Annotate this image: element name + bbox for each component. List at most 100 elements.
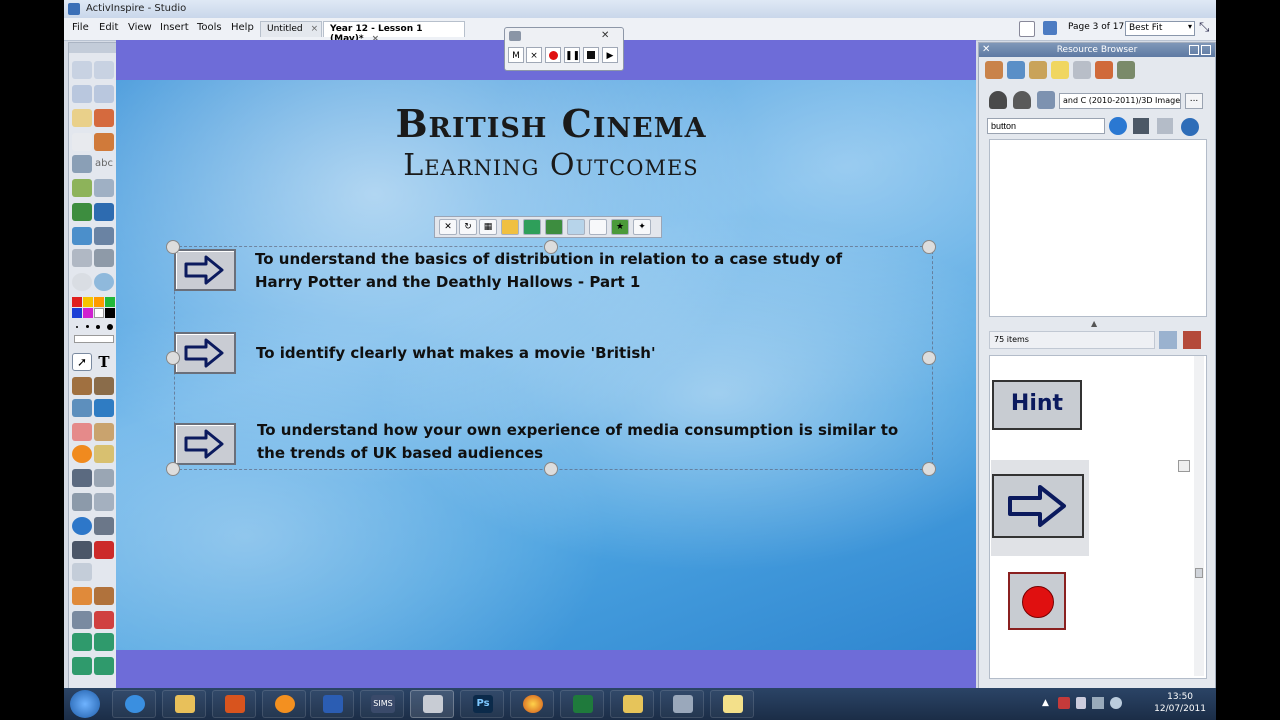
menu-view[interactable]: View bbox=[128, 22, 152, 33]
collapse-icon[interactable]: ▲ bbox=[1091, 319, 1097, 328]
taskbar-explorer[interactable] bbox=[162, 690, 206, 718]
tile-icon[interactable] bbox=[94, 227, 114, 245]
select-pointer-icon[interactable]: ➚ bbox=[72, 353, 92, 371]
page-organizer-icon[interactable] bbox=[94, 85, 114, 103]
web-browser-icon[interactable] bbox=[94, 273, 114, 291]
color-swatch-magenta[interactable] bbox=[83, 308, 93, 318]
star-icon[interactable]: ★ bbox=[611, 219, 629, 235]
taskbar-outlook[interactable] bbox=[212, 690, 256, 718]
view-options-icon[interactable] bbox=[1159, 331, 1177, 349]
usb-icon[interactable] bbox=[1076, 697, 1086, 709]
rotate-icon[interactable]: ↻ bbox=[459, 219, 477, 235]
image-icon[interactable] bbox=[72, 227, 92, 245]
group-icon[interactable] bbox=[1013, 91, 1031, 109]
highlighter-icon[interactable] bbox=[94, 203, 114, 221]
rubber-stamp-icon[interactable] bbox=[94, 133, 114, 151]
menu-file[interactable]: File bbox=[72, 22, 89, 33]
taskbar-media-player[interactable] bbox=[262, 690, 306, 718]
taskbar-tools[interactable] bbox=[660, 690, 704, 718]
resize-handle-e[interactable] bbox=[922, 351, 936, 365]
resize-handle-nw[interactable] bbox=[166, 240, 180, 254]
maximize-icon[interactable] bbox=[1201, 45, 1211, 55]
recorder-cancel-button[interactable]: × bbox=[526, 47, 542, 63]
taskbar-activinspire[interactable] bbox=[410, 690, 454, 718]
browse-button[interactable]: ... bbox=[1185, 93, 1203, 109]
resize-handle-sw[interactable] bbox=[166, 462, 180, 476]
user-icon[interactable] bbox=[989, 91, 1007, 109]
revealer-icon[interactable] bbox=[94, 423, 114, 441]
flipchart-canvas[interactable]: British Cinema Learning Outcomes ✕ ↻ ▦ ★… bbox=[116, 40, 976, 688]
volume-icon[interactable] bbox=[1110, 697, 1122, 709]
web-search-icon[interactable] bbox=[1181, 118, 1199, 136]
color-swatch-yellow[interactable] bbox=[83, 297, 93, 307]
color-swatch-orange[interactable] bbox=[94, 297, 104, 307]
redo-icon[interactable] bbox=[94, 611, 114, 629]
resource-gallery[interactable]: Hint bbox=[989, 355, 1207, 679]
connector-icon[interactable] bbox=[94, 179, 114, 197]
toolbox-header[interactable] bbox=[69, 43, 117, 53]
folder-tree[interactable] bbox=[989, 139, 1207, 317]
layers-up-icon[interactable] bbox=[94, 657, 114, 675]
arrow-resource-tile[interactable] bbox=[991, 460, 1089, 556]
record-icon[interactable] bbox=[72, 273, 92, 291]
record-button[interactable] bbox=[545, 47, 561, 63]
menu-edit[interactable]: Edit bbox=[99, 22, 118, 33]
stop-button[interactable] bbox=[583, 47, 599, 63]
camera-icon[interactable] bbox=[72, 155, 92, 173]
color-swatch-red[interactable] bbox=[72, 297, 82, 307]
stamp-icon[interactable] bbox=[1095, 61, 1113, 79]
network-icon[interactable] bbox=[1092, 697, 1104, 709]
clipboard-icon[interactable] bbox=[72, 133, 92, 151]
resize-handle-s[interactable] bbox=[544, 462, 558, 476]
system-clock[interactable]: 13:50 12/07/2011 bbox=[1154, 691, 1206, 715]
close-icon[interactable]: ✕ bbox=[439, 219, 457, 235]
notes-icon[interactable] bbox=[1051, 61, 1069, 79]
taskbar-notes[interactable] bbox=[710, 690, 754, 718]
resource-search-input[interactable] bbox=[987, 118, 1105, 134]
text-tool-icon[interactable]: T bbox=[94, 353, 114, 371]
outcome-text-1[interactable]: To understand the basics of distribution… bbox=[255, 248, 895, 294]
record-button-resource[interactable] bbox=[1008, 572, 1066, 630]
dock-icon[interactable] bbox=[1189, 45, 1199, 55]
scrollbar-thumb[interactable] bbox=[1195, 568, 1203, 578]
folder-icon[interactable] bbox=[1037, 91, 1055, 109]
delete-icon[interactable] bbox=[94, 541, 114, 559]
menu-insert[interactable]: Insert bbox=[160, 22, 189, 33]
fullscreen-icon[interactable]: ⤡ bbox=[1199, 20, 1209, 35]
taskbar-internet-explorer[interactable] bbox=[112, 690, 156, 718]
page-icon[interactable] bbox=[72, 563, 92, 581]
layers-down-icon[interactable] bbox=[72, 657, 92, 675]
resize-icon[interactable] bbox=[567, 219, 585, 235]
undo-icon[interactable] bbox=[72, 611, 92, 629]
play-button[interactable]: ▶ bbox=[602, 47, 618, 63]
slide-subtitle[interactable]: Learning Outcomes bbox=[116, 146, 986, 186]
tools-icon[interactable] bbox=[94, 377, 114, 395]
duplicate-icon[interactable] bbox=[589, 219, 607, 235]
calculator-icon[interactable] bbox=[94, 493, 114, 511]
eraser-icon[interactable] bbox=[72, 423, 92, 441]
page-browser-icon[interactable] bbox=[1019, 21, 1035, 37]
main-menu-icon[interactable] bbox=[72, 61, 92, 79]
gallery-scrollbar[interactable] bbox=[1194, 356, 1204, 676]
taskbar-files[interactable] bbox=[610, 690, 654, 718]
list-view-icon[interactable] bbox=[1157, 118, 1173, 134]
sun-icon[interactable] bbox=[501, 219, 519, 235]
resize-handle-ne[interactable] bbox=[922, 240, 936, 254]
outcome-arrow-button-2[interactable] bbox=[174, 332, 236, 374]
width-slider[interactable] bbox=[74, 335, 114, 343]
next-page-icon[interactable] bbox=[94, 633, 114, 651]
menu-star-icon[interactable]: ✦ bbox=[633, 219, 651, 235]
menu-tools[interactable]: Tools bbox=[197, 22, 222, 33]
grid-icon[interactable]: ▦ bbox=[479, 219, 497, 235]
outcome-text-2[interactable]: To identify clearly what makes a movie '… bbox=[256, 342, 896, 365]
show-hidden-icons-icon[interactable]: ▲ bbox=[1042, 698, 1049, 708]
color-swatch-white[interactable] bbox=[94, 308, 104, 318]
page-browser-icon[interactable] bbox=[72, 85, 92, 103]
shape-recognition-icon[interactable] bbox=[72, 179, 92, 197]
zoom-select[interactable]: Best Fit ▾ bbox=[1125, 21, 1195, 36]
magic-ink-icon[interactable] bbox=[94, 109, 114, 127]
marker-icon[interactable] bbox=[72, 399, 92, 417]
taskbar-excel[interactable] bbox=[560, 690, 604, 718]
recorder-mode-button[interactable]: M bbox=[508, 47, 524, 63]
save-icon[interactable] bbox=[94, 249, 114, 267]
